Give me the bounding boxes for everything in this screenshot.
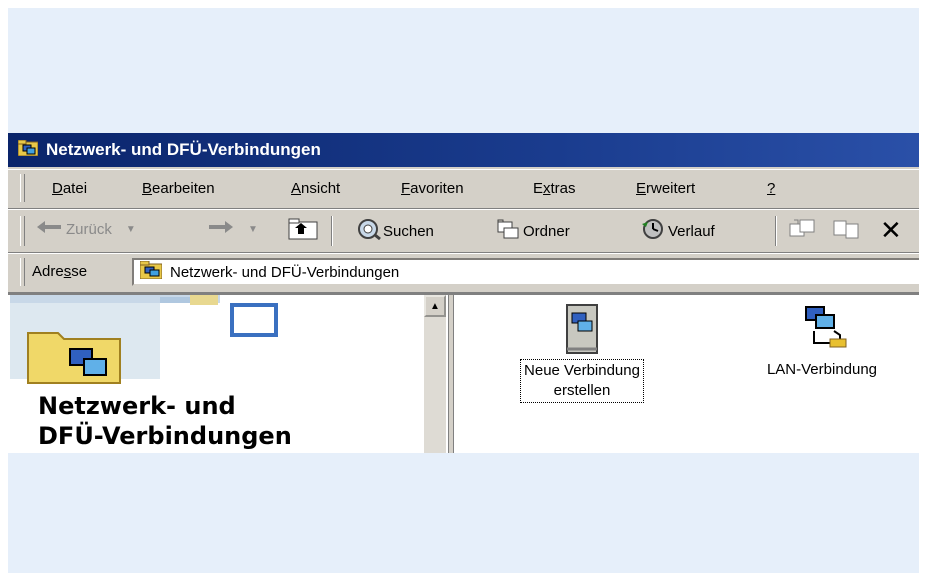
toolbar-separator — [331, 216, 333, 246]
forward-button[interactable]: ▼ — [208, 220, 258, 238]
new-connection-item[interactable]: Neue Verbindung erstellen — [482, 303, 682, 403]
address-field[interactable]: Netzwerk- und DFÜ-Verbindungen — [132, 258, 919, 286]
history-icon — [640, 218, 666, 244]
network-folder-icon — [139, 260, 163, 283]
search-label: Suchen — [383, 222, 434, 240]
forward-dropdown-icon[interactable]: ▼ — [248, 224, 258, 235]
file-list-pane: Neue Verbindung erstellen LAN-Verbindung — [454, 295, 919, 453]
addressbar-grip[interactable] — [20, 258, 25, 286]
back-arrow-icon — [36, 220, 62, 238]
folders-icon — [495, 218, 521, 244]
up-folder-button[interactable] — [288, 218, 318, 244]
folders-label: Ordner — [523, 222, 570, 240]
delete-icon: ✕ — [880, 215, 902, 245]
network-folder-large-icon — [24, 325, 124, 390]
menu-favoriten[interactable]: Favoriten — [401, 180, 464, 197]
explorer-window: Netzwerk- und DFÜ-Verbindungen Datei Bea… — [8, 133, 919, 453]
folders-button[interactable]: Ordner — [495, 218, 570, 244]
scroll-up-arrow-icon: ▲ — [430, 300, 440, 312]
lan-connection-label: LAN-Verbindung — [766, 361, 878, 378]
address-bar: Adresse Netzwerk- und DFÜ-Verbindungen — [8, 253, 919, 293]
history-label: Verlauf — [668, 222, 715, 240]
new-connection-label: Neue Verbindung erstellen — [520, 359, 644, 403]
back-label: Zurück — [66, 220, 112, 238]
forward-arrow-icon — [208, 220, 234, 238]
delete-button[interactable]: ✕ — [880, 215, 902, 246]
vertical-scrollbar[interactable]: ▲ — [424, 295, 446, 453]
copy-to-button[interactable] — [832, 218, 862, 244]
move-to-icon — [788, 218, 818, 244]
copy-to-icon — [832, 218, 862, 244]
menu-bearbeiten[interactable]: Bearbeiten — [142, 180, 215, 197]
new-connection-icon — [482, 303, 682, 359]
menu-ansicht[interactable]: Ansicht — [291, 180, 340, 197]
menu-erweitert[interactable]: Erweitert — [636, 180, 695, 197]
search-icon — [355, 218, 381, 244]
back-dropdown-icon[interactable]: ▼ — [126, 224, 136, 235]
menubar-grip[interactable] — [20, 174, 25, 202]
lan-connection-item[interactable]: LAN-Verbindung — [732, 303, 912, 381]
webview-title: Netzwerk- und DFÜ-Verbindungen — [38, 392, 292, 450]
up-folder-icon — [288, 218, 318, 244]
content-area: Netzwerk- und DFÜ-Verbindungen ▲ Neue Ve… — [8, 293, 919, 453]
move-to-button[interactable] — [788, 218, 818, 244]
address-value: Netzwerk- und DFÜ-Verbindungen — [170, 263, 400, 281]
menu-datei[interactable]: Datei — [52, 180, 87, 197]
menu-extras[interactable]: Extras — [533, 180, 576, 197]
back-button[interactable]: Zurück ▼ — [36, 220, 136, 238]
address-label: Adresse — [32, 263, 88, 280]
network-folder-icon — [17, 139, 39, 161]
window-title: Netzwerk- und DFÜ-Verbindungen — [46, 140, 321, 159]
webview-pane: Netzwerk- und DFÜ-Verbindungen — [10, 295, 424, 453]
history-button[interactable]: Verlauf — [640, 218, 715, 244]
title-bar[interactable]: Netzwerk- und DFÜ-Verbindungen — [8, 133, 919, 167]
toolbar-grip[interactable] — [20, 216, 25, 246]
lan-connection-icon — [732, 303, 912, 359]
search-button[interactable]: Suchen — [355, 218, 434, 244]
scroll-up-button[interactable]: ▲ — [424, 295, 446, 317]
menu-help[interactable]: ? — [767, 180, 775, 197]
toolbar-separator — [775, 216, 777, 246]
standard-toolbar: Zurück ▼ ▼ Suchen Ordner Verlauf ✕ — [8, 209, 919, 253]
menu-bar: Datei Bearbeiten Ansicht Favoriten Extra… — [8, 169, 919, 209]
